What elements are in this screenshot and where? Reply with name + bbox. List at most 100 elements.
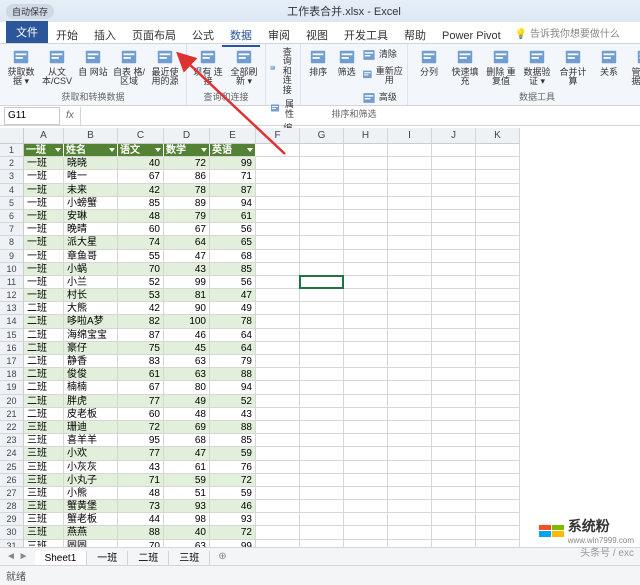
cell[interactable] <box>388 223 432 236</box>
cell[interactable] <box>388 368 432 381</box>
ribbon-tab-3[interactable]: 公式 <box>184 27 222 45</box>
cell[interactable] <box>300 157 344 170</box>
cell[interactable]: 俊俊 <box>64 368 118 381</box>
cell[interactable] <box>300 408 344 421</box>
cell[interactable] <box>476 197 520 210</box>
cell[interactable]: 49 <box>164 395 210 408</box>
cell[interactable]: 93 <box>210 513 256 526</box>
cell[interactable] <box>256 368 300 381</box>
cell[interactable] <box>300 276 344 289</box>
cell[interactable] <box>256 197 300 210</box>
cell[interactable]: 79 <box>164 210 210 223</box>
cell[interactable] <box>476 447 520 460</box>
cell[interactable]: 93 <box>164 500 210 513</box>
cell[interactable]: 一班 <box>24 197 64 210</box>
cell[interactable]: 三班 <box>24 487 64 500</box>
cell[interactable] <box>344 500 388 513</box>
cell[interactable] <box>256 329 300 342</box>
cell[interactable]: 71 <box>210 170 256 183</box>
cell[interactable] <box>476 157 520 170</box>
cell[interactable] <box>432 342 476 355</box>
cell[interactable] <box>344 342 388 355</box>
cell[interactable] <box>432 368 476 381</box>
col-header[interactable]: F <box>256 128 300 144</box>
cell[interactable]: 一班 <box>24 144 64 157</box>
cell[interactable] <box>300 302 344 315</box>
cell[interactable] <box>476 408 520 421</box>
cell[interactable]: 英语 <box>210 144 256 157</box>
cell[interactable]: 小丸子 <box>64 474 118 487</box>
cell[interactable]: 89 <box>164 197 210 210</box>
fx-icon[interactable]: fx <box>60 110 80 121</box>
cell[interactable]: 85 <box>210 263 256 276</box>
cell[interactable] <box>256 355 300 368</box>
cell[interactable] <box>300 289 344 302</box>
cell[interactable] <box>300 263 344 276</box>
row-header[interactable]: 31 <box>0 540 24 547</box>
col-header[interactable]: D <box>164 128 210 144</box>
cell[interactable] <box>344 236 388 249</box>
cell[interactable] <box>344 170 388 183</box>
ribbon-button[interactable]: 数据验 证 ▾ <box>520 46 554 89</box>
cell[interactable]: 70 <box>118 540 164 547</box>
row-header[interactable]: 30 <box>0 526 24 539</box>
cell[interactable] <box>388 315 432 328</box>
cell[interactable]: 二班 <box>24 381 64 394</box>
cell[interactable] <box>344 302 388 315</box>
cell[interactable]: 三班 <box>24 474 64 487</box>
ribbon-button[interactable]: 关系 <box>592 46 626 79</box>
cell[interactable] <box>476 434 520 447</box>
cell[interactable] <box>300 144 344 157</box>
cell[interactable]: 蟹黄堡 <box>64 500 118 513</box>
cell[interactable]: 88 <box>210 368 256 381</box>
cell[interactable]: 67 <box>118 170 164 183</box>
row-header[interactable]: 29 <box>0 513 24 526</box>
cell[interactable]: 二班 <box>24 342 64 355</box>
sheet-tab[interactable]: 二班 <box>128 551 169 566</box>
cell[interactable]: 胖虎 <box>64 395 118 408</box>
cell[interactable] <box>432 250 476 263</box>
cell[interactable]: 72 <box>118 421 164 434</box>
cell[interactable]: 78 <box>210 315 256 328</box>
cell[interactable] <box>388 526 432 539</box>
cell[interactable] <box>388 540 432 547</box>
cell[interactable]: 65 <box>210 236 256 249</box>
cell[interactable]: 楠楠 <box>64 381 118 394</box>
cell[interactable]: 珊迪 <box>64 421 118 434</box>
cell[interactable]: 二班 <box>24 329 64 342</box>
row-header[interactable]: 6 <box>0 210 24 223</box>
cell[interactable]: 72 <box>164 157 210 170</box>
cell[interactable] <box>476 342 520 355</box>
cell[interactable] <box>432 302 476 315</box>
cell[interactable] <box>300 540 344 547</box>
cell[interactable] <box>476 474 520 487</box>
ribbon-button[interactable]: 重新应用 <box>362 65 403 88</box>
row-header[interactable]: 10 <box>0 263 24 276</box>
cell[interactable] <box>256 500 300 513</box>
ribbon-button[interactable]: 管理数 据模型 <box>628 46 640 89</box>
cell[interactable]: 二班 <box>24 395 64 408</box>
cell[interactable] <box>476 355 520 368</box>
cell[interactable]: 48 <box>164 408 210 421</box>
cell[interactable]: 小熊 <box>64 487 118 500</box>
ribbon-tab-7[interactable]: 开发工具 <box>336 27 396 45</box>
file-tab[interactable]: 文件 <box>6 21 48 43</box>
cell[interactable]: 99 <box>210 540 256 547</box>
row-header[interactable]: 1 <box>0 144 24 157</box>
cell[interactable] <box>476 315 520 328</box>
cell[interactable] <box>256 223 300 236</box>
row-header[interactable]: 13 <box>0 302 24 315</box>
filter-dropdown-icon[interactable] <box>247 148 253 152</box>
cell[interactable]: 48 <box>118 210 164 223</box>
col-header[interactable]: B <box>64 128 118 144</box>
cell[interactable] <box>300 184 344 197</box>
cell[interactable] <box>432 329 476 342</box>
cell[interactable] <box>476 500 520 513</box>
cell[interactable] <box>432 276 476 289</box>
cell[interactable] <box>388 342 432 355</box>
cell[interactable]: 一班 <box>24 157 64 170</box>
row-header[interactable]: 26 <box>0 474 24 487</box>
cell[interactable]: 71 <box>118 474 164 487</box>
cell[interactable]: 82 <box>118 315 164 328</box>
cell[interactable] <box>388 184 432 197</box>
